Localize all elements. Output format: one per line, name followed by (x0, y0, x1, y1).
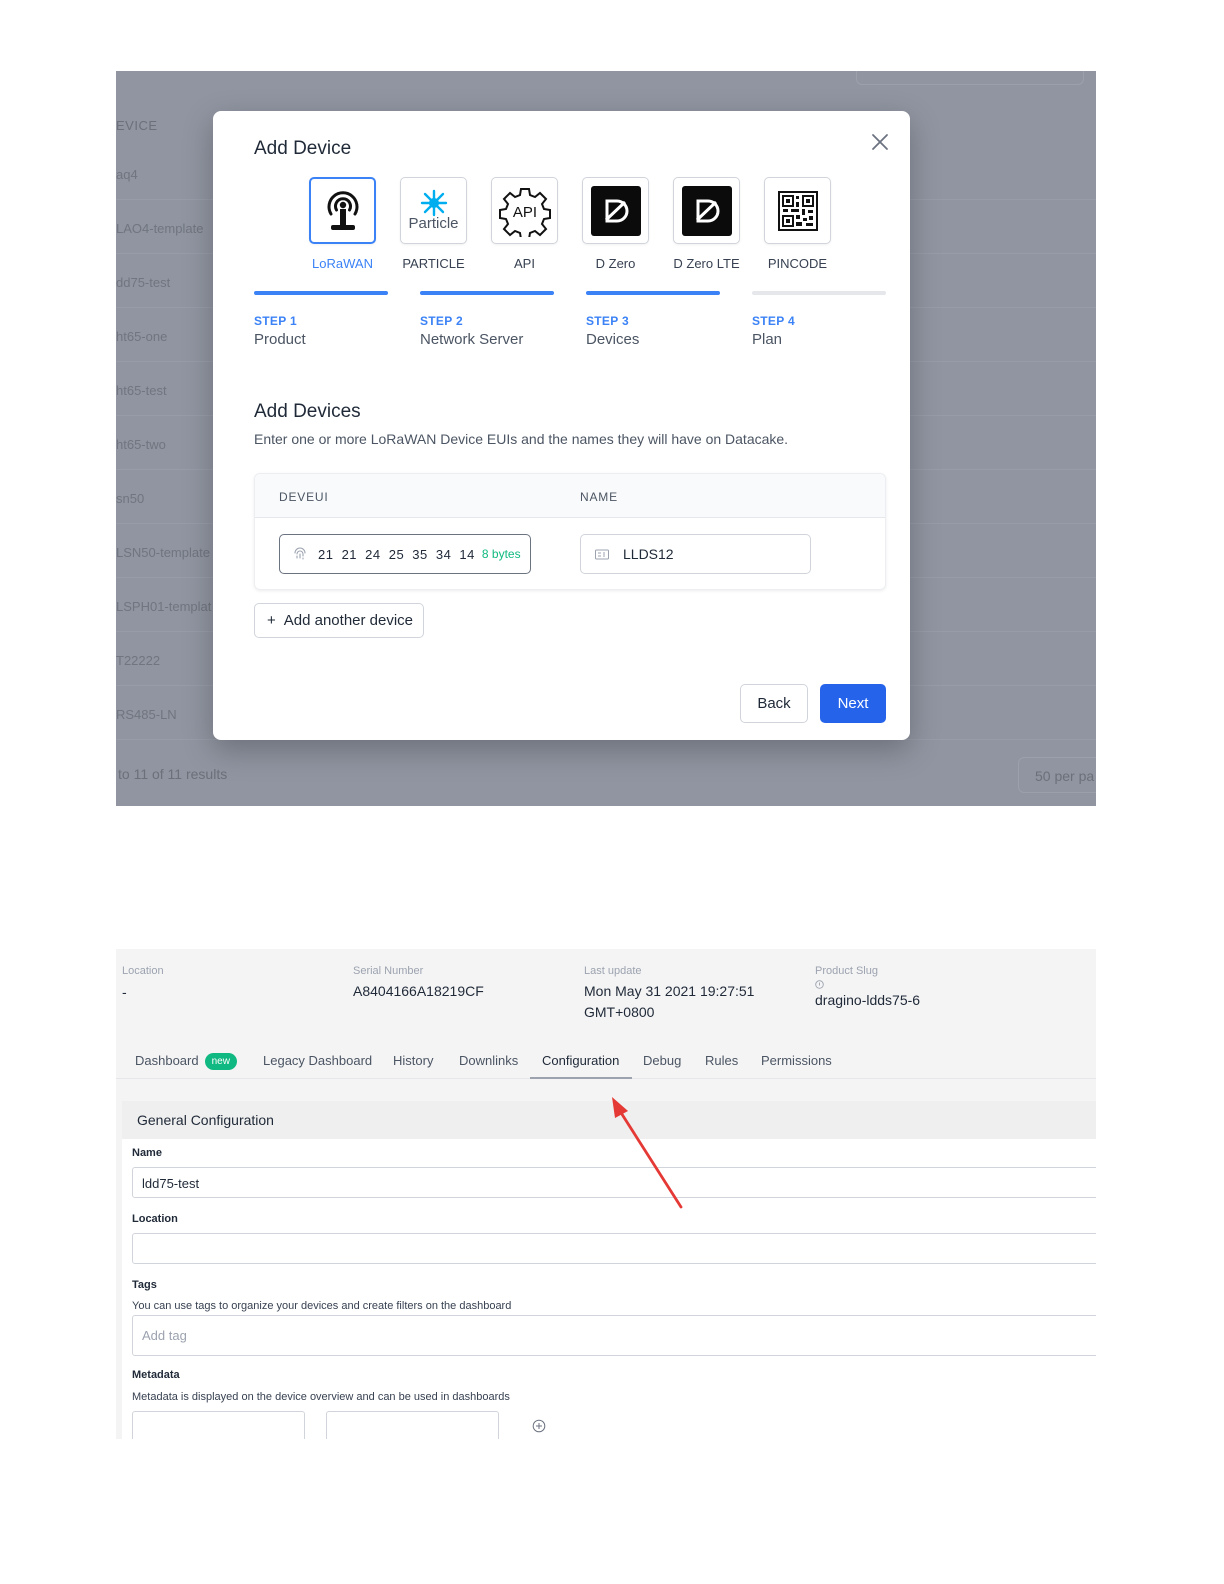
step-name: Product (254, 331, 306, 348)
tab-configuration[interactable]: Configuration (542, 1053, 619, 1068)
add-device-modal: Add Device LoRaWAN Particle PARTICLE API… (213, 111, 910, 740)
device-name-value: LLDS12 (623, 546, 674, 562)
tab-dashboard[interactable]: Dashboard new (135, 1053, 237, 1070)
name-field-label: Name (132, 1147, 162, 1159)
particle-logo-text: Particle (408, 215, 459, 232)
tab-label: Dashboard (135, 1053, 199, 1068)
step-progress-bar (254, 291, 388, 295)
product-option-api[interactable]: API API (491, 177, 558, 271)
last-update-value-date: Mon May 31 2021 19:27:51 (584, 983, 755, 999)
location-meta-value: - (122, 984, 127, 1000)
deveui-value: 21 21 24 25 35 34 14 (318, 546, 475, 562)
product-label: LoRaWAN (312, 256, 373, 271)
deveui-input[interactable]: 21 21 24 25 35 34 14 8 bytes (279, 534, 531, 574)
background-results-count: to 11 of 11 results (118, 766, 228, 782)
serial-number-label: Serial Number (353, 965, 424, 977)
location-field-label: Location (132, 1213, 178, 1225)
back-button[interactable]: Back (740, 684, 808, 723)
tags-field-label: Tags (132, 1279, 157, 1291)
product-option-dzero[interactable]: D Zero (582, 177, 649, 271)
product-label: API (514, 256, 535, 271)
background-per-page-select: 50 per pa (1018, 757, 1096, 793)
name-column-header: NAME (580, 490, 618, 504)
tab-legacy-dashboard[interactable]: Legacy Dashboard (263, 1053, 372, 1068)
step-2: STEP 2 Network Server (420, 291, 554, 348)
product-option-dzero-lte[interactable]: D Zero LTE (673, 177, 740, 271)
product-option-particle[interactable]: Particle PARTICLE (400, 177, 467, 271)
device-configuration-screenshot: Location - Serial Number A8404166A18219C… (116, 949, 1096, 1439)
deveui-byte-count: 8 bytes (481, 547, 521, 561)
antenna-icon (327, 190, 358, 230)
product-label: D Zero LTE (673, 256, 740, 271)
deveui-column-header: DEVEUI (279, 490, 329, 504)
general-configuration-heading: General Configuration (122, 1101, 1096, 1139)
tab-downlinks[interactable]: Downlinks (459, 1053, 518, 1068)
general-configuration-panel: General Configuration Name ldd75-test Lo… (122, 1101, 1096, 1439)
api-gear-icon: API (498, 187, 551, 237)
add-devices-description: Enter one or more LoRaWAN Device EUIs an… (254, 431, 789, 447)
metadata-value-input[interactable] (326, 1411, 499, 1439)
tab-history[interactable]: History (393, 1053, 433, 1068)
devices-table: DEVEUI NAME 21 21 24 25 35 34 14 8 bytes… (254, 473, 886, 590)
devices-table-header: DEVEUI NAME (255, 474, 885, 518)
step-number: STEP 4 (752, 314, 795, 328)
particle-logo-icon (420, 189, 447, 217)
active-tab-indicator (530, 1077, 632, 1079)
tab-permissions[interactable]: Permissions (761, 1053, 832, 1068)
next-button[interactable]: Next (820, 684, 886, 723)
add-device-screenshot: EVICE aq4 LAO4-template dd75-test ht65-o… (116, 71, 1096, 806)
step-1: STEP 1 Product (254, 291, 388, 348)
dzero-logo-icon (604, 199, 628, 222)
location-meta-label: Location (122, 965, 164, 977)
step-number: STEP 1 (254, 314, 297, 328)
add-devices-heading: Add Devices (254, 401, 361, 422)
step-3: STEP 3 Devices (586, 291, 720, 348)
step-progress-bar (586, 291, 720, 295)
add-another-device-button[interactable]: + Add another device (254, 603, 424, 638)
last-update-value-timezone: GMT+0800 (584, 1004, 655, 1020)
tab-rules[interactable]: Rules (705, 1053, 738, 1068)
tab-debug[interactable]: Debug (643, 1053, 681, 1068)
step-4: STEP 4 Plan (752, 291, 886, 348)
step-progress-bar (752, 291, 886, 295)
close-icon[interactable] (869, 131, 891, 153)
product-slug-value: dragino-ldds75-6 (815, 992, 921, 1008)
step-name: Network Server (420, 331, 524, 348)
location-field[interactable] (132, 1233, 1096, 1264)
name-field[interactable]: ldd75-test (132, 1167, 1096, 1198)
step-progress-bar (420, 291, 554, 295)
add-another-device-label: Add another device (283, 612, 414, 629)
fingerprint-icon (294, 547, 306, 560)
product-option-lorawan[interactable]: LoRaWAN (309, 177, 376, 271)
step-name: Plan (752, 331, 783, 348)
add-metadata-icon[interactable] (532, 1419, 546, 1433)
device-tabs: Dashboard new Legacy Dashboard History Do… (116, 1049, 1096, 1079)
dzero-lte-logo-icon (695, 199, 719, 222)
serial-number-value: A8404166A18219CF (353, 983, 484, 999)
new-badge: new (204, 1053, 237, 1070)
product-label: PARTICLE (402, 256, 465, 271)
product-option-pincode[interactable]: PINCODE (764, 177, 831, 271)
step-name: Devices (586, 331, 640, 348)
plus-icon: + (267, 612, 276, 629)
step-number: STEP 3 (586, 314, 629, 328)
last-update-label: Last update (584, 965, 642, 977)
qr-code-icon (777, 190, 818, 231)
product-label: PINCODE (767, 256, 828, 271)
device-name-input[interactable]: LLDS12 (580, 534, 811, 574)
product-slug-label: Product Slug (815, 965, 878, 977)
device-tag-icon (595, 549, 609, 560)
modal-title: Add Device (254, 138, 352, 159)
metadata-help-text: Metadata is displayed on the device over… (132, 1391, 510, 1403)
copy-icon[interactable] (815, 980, 824, 989)
tags-help-text: You can use tags to organize your device… (132, 1300, 512, 1312)
background-search-box (856, 71, 1084, 85)
api-logo-text: API (512, 204, 536, 221)
step-number: STEP 2 (420, 314, 463, 328)
metadata-field-label: Metadata (132, 1369, 180, 1381)
product-label: D Zero (595, 256, 636, 271)
metadata-key-input[interactable] (132, 1411, 305, 1439)
tags-input[interactable]: Add tag (132, 1315, 1096, 1356)
background-column-header: EVICE (116, 118, 158, 133)
